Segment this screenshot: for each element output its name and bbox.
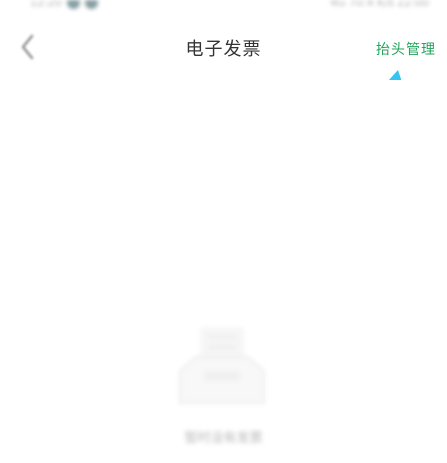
status-right-info: 4G 70.4 K/s 22:00 (330, 0, 429, 9)
empty-box-icon (179, 327, 265, 404)
empty-state-message: 暂时没有发票 (184, 431, 263, 446)
status-app-icon (66, 0, 80, 9)
status-app-icon (84, 0, 98, 9)
status-time: 12:20 (30, 0, 62, 9)
invoice-header-management-link[interactable]: 抬头管理 (376, 39, 436, 59)
status-bar: 12:20 4G 70.4 K/s 22:00 (0, 0, 447, 18)
status-left: 12:20 (30, 0, 98, 9)
invoice-list-area: 暂时没有发票 (0, 80, 447, 463)
